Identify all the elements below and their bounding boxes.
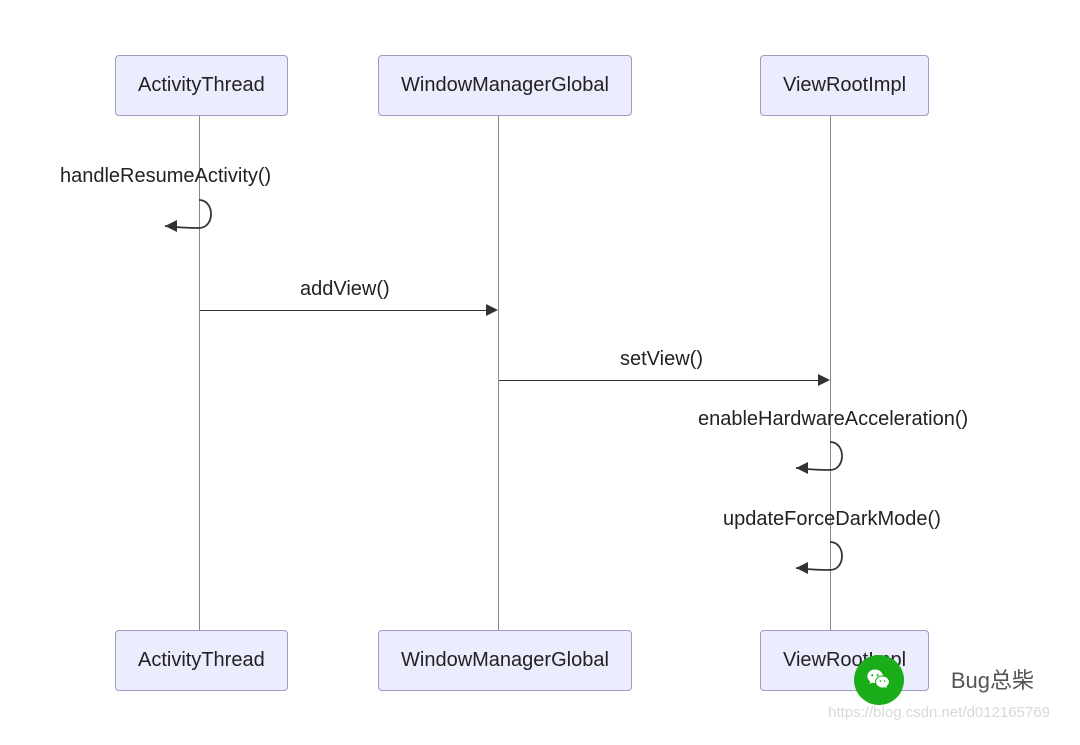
participant-label: WindowManagerGlobal — [401, 649, 609, 671]
message-setview: setView() — [620, 348, 703, 371]
watermark-url: https://blog.csdn.net/d012165769 — [828, 704, 1050, 721]
participant-label: WindowManagerGlobal — [401, 74, 609, 96]
participant-bottom-activitythread: ActivityThread — [115, 630, 288, 691]
arrow-head-icon — [486, 304, 498, 316]
message-updateforcedarkmode: updateForceDarkMode() — [723, 508, 941, 531]
watermark-text: Bug总柴 — [951, 663, 1034, 695]
message-addview: addView() — [300, 278, 390, 301]
wechat-icon — [854, 655, 904, 705]
arrow-head-icon — [818, 374, 830, 386]
message-enablehardwareacceleration: enableHardwareAcceleration() — [698, 408, 968, 431]
self-loop-icon — [786, 532, 846, 587]
self-loop-icon — [155, 190, 215, 245]
lifeline-windowmanagerglobal — [498, 110, 499, 630]
message-handleresumeactivity: handleResumeActivity() — [60, 165, 271, 188]
participant-top-viewrootimpl: ViewRootImpl — [760, 55, 929, 116]
participant-label: ActivityThread — [138, 74, 265, 96]
participant-label: ViewRootImpl — [783, 74, 906, 96]
lifeline-activitythread — [199, 110, 200, 630]
self-loop-icon — [786, 432, 846, 487]
participant-bottom-windowmanagerglobal: WindowManagerGlobal — [378, 630, 632, 691]
participant-top-activitythread: ActivityThread — [115, 55, 288, 116]
arrow-line — [499, 380, 818, 381]
sequence-diagram: ActivityThread WindowManagerGlobal ViewR… — [0, 0, 1080, 745]
arrow-line — [200, 310, 486, 311]
participant-top-windowmanagerglobal: WindowManagerGlobal — [378, 55, 632, 116]
participant-label: ActivityThread — [138, 649, 265, 671]
